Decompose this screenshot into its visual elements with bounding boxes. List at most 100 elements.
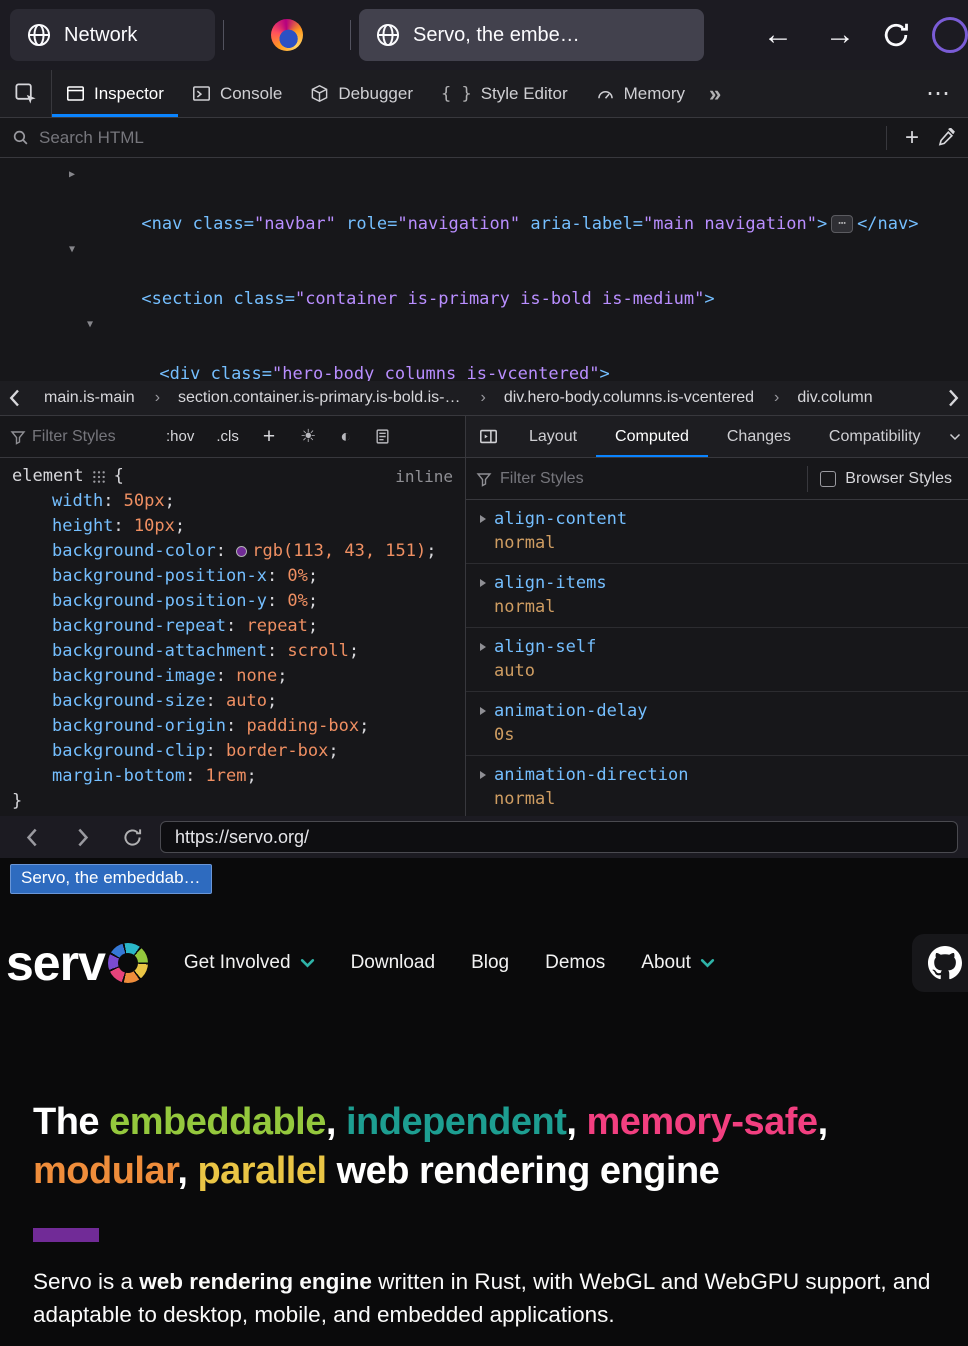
profile-badge[interactable] <box>932 17 968 53</box>
tab-layout[interactable]: Layout <box>510 416 596 457</box>
eyedropper-icon[interactable] <box>937 128 956 147</box>
selector[interactable]: element <box>12 464 84 489</box>
computed-property-row[interactable]: animation-delay 0s <box>466 692 968 756</box>
toggle-class-button[interactable]: .cls <box>208 426 247 447</box>
property-name[interactable]: margin-bottom <box>52 766 206 786</box>
css-declaration[interactable]: background-position-x0% <box>12 564 465 589</box>
nav-link[interactable]: Blog <box>471 952 509 974</box>
expand-arrow-icon[interactable]: ▶ <box>64 162 80 187</box>
sidebar-tabs-dropdown[interactable] <box>942 416 968 457</box>
css-declaration[interactable]: background-clipborder-box <box>12 739 465 764</box>
add-node-button[interactable]: + <box>897 124 927 152</box>
markup-node-line[interactable]: ▶ <nav class="navbar" role="navigation" … <box>0 162 968 237</box>
dark-theme-sim-icon[interactable]: ◐ <box>331 426 360 447</box>
property-name[interactable]: background-size <box>52 691 226 711</box>
expand-icon[interactable] <box>480 643 486 651</box>
property-value[interactable]: 0% <box>287 566 318 586</box>
property-value[interactable]: repeat <box>246 616 318 636</box>
more-tabs-button[interactable]: » <box>699 70 731 117</box>
browser-styles-checkbox[interactable] <box>820 471 836 487</box>
property-value[interactable]: rgb(113, 43, 151) <box>252 541 436 561</box>
expand-icon[interactable] <box>480 579 486 587</box>
computed-property-name[interactable]: align-self <box>494 635 596 659</box>
computed-property-row[interactable]: animation-direction normal <box>466 756 968 816</box>
property-value[interactable]: scroll <box>287 641 359 661</box>
property-value[interactable]: 50px <box>124 491 175 511</box>
expand-icon[interactable] <box>480 515 486 523</box>
computed-property-name[interactable]: animation-direction <box>494 763 688 787</box>
color-swatch[interactable] <box>236 546 247 557</box>
breadcrumb-item[interactable]: div.hero-body.columns.is-vcentered <box>470 389 764 407</box>
css-declaration[interactable]: width50px <box>12 489 465 514</box>
expand-icon[interactable] <box>480 771 486 779</box>
css-declaration[interactable]: background-repeatrepeat <box>12 614 465 639</box>
breadcrumb-item[interactable]: main.is-main <box>34 389 145 407</box>
markup-node-line[interactable]: ▼ <section class="container is-primary i… <box>0 237 968 312</box>
browser-tab-network[interactable]: Network <box>10 9 215 61</box>
property-name[interactable]: background-repeat <box>52 616 246 636</box>
property-name[interactable]: background-position-x <box>52 566 287 586</box>
tab-inspector[interactable]: Inspector <box>52 70 178 117</box>
computed-property-row[interactable]: align-content normal <box>466 500 968 564</box>
css-declaration[interactable]: background-originpadding-box <box>12 714 465 739</box>
nav-link[interactable]: Get Involved <box>184 952 315 974</box>
expand-arrow-icon[interactable]: ▼ <box>64 237 80 262</box>
css-declaration[interactable]: background-imagenone <box>12 664 465 689</box>
expand-arrow-icon[interactable]: ▼ <box>82 312 98 337</box>
property-value[interactable]: none <box>236 666 287 686</box>
nav-link[interactable]: Demos <box>545 952 605 974</box>
property-value[interactable]: auto <box>226 691 277 711</box>
page-reload-button[interactable] <box>110 827 154 848</box>
print-media-icon[interactable] <box>374 428 391 445</box>
property-name[interactable]: width <box>52 491 124 511</box>
github-button[interactable] <box>912 934 968 992</box>
css-declaration[interactable]: background-attachmentscroll <box>12 639 465 664</box>
property-value[interactable]: 1rem <box>206 766 257 786</box>
property-name[interactable]: background-color <box>52 541 236 561</box>
tab-debugger[interactable]: Debugger <box>296 70 427 117</box>
light-theme-sim-icon[interactable]: ☀ <box>291 426 325 447</box>
computed-property-name[interactable]: align-content <box>494 507 627 531</box>
css-declaration[interactable]: margin-bottom1rem <box>12 764 465 789</box>
css-declaration[interactable]: background-position-y0% <box>12 589 465 614</box>
css-declaration[interactable]: background-color rgb(113, 43, 151) <box>12 539 465 564</box>
breadcrumb-item[interactable]: section.container.is-primary.is-bold.is-… <box>145 389 471 407</box>
reload-button[interactable] <box>882 21 910 49</box>
property-value[interactable]: padding-box <box>246 716 369 736</box>
expand-icon[interactable] <box>480 707 486 715</box>
three-pane-toggle-button[interactable] <box>466 416 510 457</box>
search-html-input[interactable] <box>39 128 876 148</box>
toggle-pseudo-button[interactable]: :hov <box>158 426 202 447</box>
url-bar[interactable]: https://servo.org/ <box>160 821 958 853</box>
markup-node-line[interactable]: ▼ <div class="hero-body columns is-vcent… <box>0 312 968 381</box>
property-name[interactable]: background-position-y <box>52 591 287 611</box>
property-name[interactable]: height <box>52 516 134 536</box>
tab-changes[interactable]: Changes <box>708 416 810 457</box>
css-declaration[interactable]: background-sizeauto <box>12 689 465 714</box>
nav-link[interactable]: Download <box>351 952 436 974</box>
computed-filter-input[interactable] <box>500 470 799 488</box>
property-value[interactable]: 10px <box>134 516 185 536</box>
nav-link[interactable]: About <box>641 952 715 974</box>
property-value[interactable]: 0% <box>287 591 318 611</box>
add-rule-button[interactable]: + <box>253 425 285 449</box>
page-forward-button[interactable] <box>60 828 104 847</box>
highlighter-grid-icon[interactable] <box>92 470 106 484</box>
computed-property-row[interactable]: align-items normal <box>466 564 968 628</box>
breadcrumb-scroll-right[interactable] <box>938 381 968 415</box>
tab-console[interactable]: Console <box>178 70 296 117</box>
back-button[interactable]: ← <box>758 18 798 52</box>
breadcrumb-item[interactable]: div.column <box>764 389 883 407</box>
tab-computed[interactable]: Computed <box>596 416 708 457</box>
browser-tab-servo-active[interactable]: Servo, the embe… <box>359 9 704 61</box>
browser-styles-toggle[interactable]: Browser Styles <box>816 470 958 488</box>
pick-element-button[interactable] <box>0 70 52 117</box>
property-name[interactable]: background-clip <box>52 741 226 761</box>
property-name[interactable]: background-attachment <box>52 641 287 661</box>
property-name[interactable]: background-origin <box>52 716 246 736</box>
breadcrumb-scroll-left[interactable] <box>0 381 30 415</box>
browser-tab-firefox[interactable] <box>232 9 342 61</box>
servo-logo[interactable]: serv <box>6 934 148 992</box>
computed-property-name[interactable]: align-items <box>494 571 607 595</box>
filter-styles-input[interactable] <box>32 428 152 446</box>
